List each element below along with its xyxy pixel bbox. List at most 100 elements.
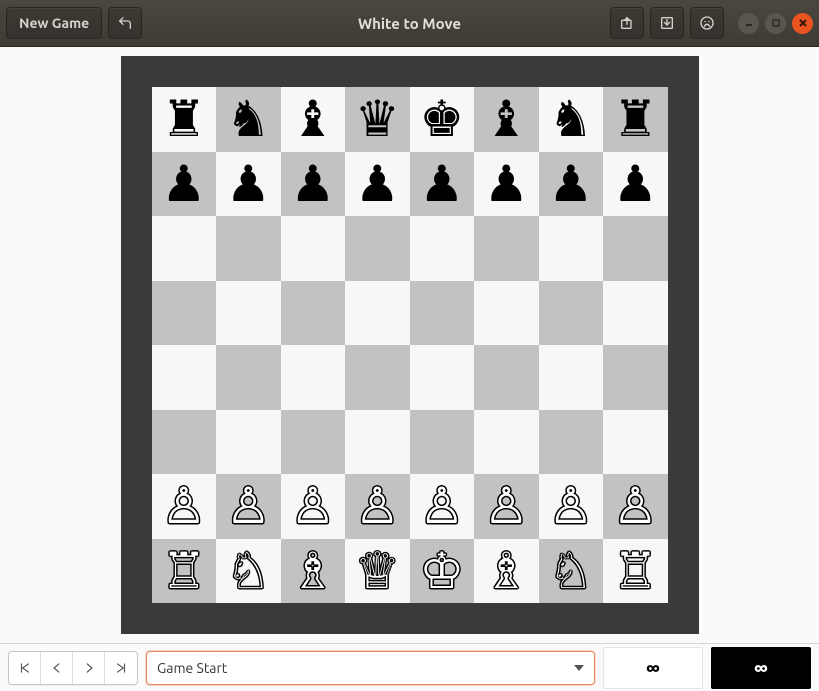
square-f5[interactable] (474, 281, 539, 346)
history-combo[interactable]: Game Start (146, 651, 595, 685)
square-g1[interactable]: ♘ (539, 539, 604, 604)
square-a4[interactable] (152, 345, 217, 410)
save-button[interactable] (650, 7, 684, 39)
square-c7[interactable]: ♟ (281, 152, 346, 217)
square-f4[interactable] (474, 345, 539, 410)
square-d3[interactable] (345, 410, 410, 475)
square-c3[interactable] (281, 410, 346, 475)
square-h5[interactable] (603, 281, 668, 346)
square-c8[interactable]: ♝ (281, 87, 346, 152)
square-c5[interactable] (281, 281, 346, 346)
square-a3[interactable] (152, 410, 217, 475)
square-g5[interactable] (539, 281, 604, 346)
square-b3[interactable] (216, 410, 281, 475)
piece-wp[interactable]: ♙ (355, 481, 400, 531)
square-b7[interactable]: ♟ (216, 152, 281, 217)
square-b5[interactable] (216, 281, 281, 346)
square-b6[interactable] (216, 216, 281, 281)
square-e6[interactable] (410, 216, 475, 281)
window-maximize-button[interactable] (765, 13, 786, 34)
square-h4[interactable] (603, 345, 668, 410)
square-c6[interactable] (281, 216, 346, 281)
square-d5[interactable] (345, 281, 410, 346)
piece-bb[interactable]: ♝ (290, 94, 335, 144)
piece-wn[interactable]: ♘ (226, 546, 271, 596)
nav-next-button[interactable] (73, 652, 105, 684)
square-a6[interactable] (152, 216, 217, 281)
nav-prev-button[interactable] (41, 652, 73, 684)
piece-br[interactable]: ♜ (613, 94, 658, 144)
window-minimize-button[interactable] (738, 13, 759, 34)
chess-board[interactable]: ♜♞♝♛♚♝♞♜♟♟♟♟♟♟♟♟♙♙♙♙♙♙♙♙♖♘♗♕♔♗♘♖ (152, 87, 668, 603)
square-f7[interactable]: ♟ (474, 152, 539, 217)
piece-wq[interactable]: ♕ (355, 546, 400, 596)
square-a5[interactable] (152, 281, 217, 346)
square-f8[interactable]: ♝ (474, 87, 539, 152)
piece-wr[interactable]: ♖ (613, 546, 658, 596)
square-g7[interactable]: ♟ (539, 152, 604, 217)
square-a2[interactable]: ♙ (152, 474, 217, 539)
piece-bn[interactable]: ♞ (226, 94, 271, 144)
piece-wr[interactable]: ♖ (161, 546, 206, 596)
square-f2[interactable]: ♙ (474, 474, 539, 539)
open-button[interactable] (610, 7, 644, 39)
square-a8[interactable]: ♜ (152, 87, 217, 152)
square-g6[interactable] (539, 216, 604, 281)
square-c2[interactable]: ♙ (281, 474, 346, 539)
piece-bp[interactable]: ♟ (419, 159, 464, 209)
piece-bk[interactable]: ♚ (419, 94, 464, 144)
square-e3[interactable] (410, 410, 475, 475)
piece-wp[interactable]: ♙ (484, 481, 529, 531)
square-a1[interactable]: ♖ (152, 539, 217, 604)
piece-wp[interactable]: ♙ (161, 481, 206, 531)
undo-button[interactable] (108, 7, 142, 39)
piece-wp[interactable]: ♙ (548, 481, 593, 531)
piece-bn[interactable]: ♞ (548, 94, 593, 144)
square-f3[interactable] (474, 410, 539, 475)
square-e2[interactable]: ♙ (410, 474, 475, 539)
piece-wb[interactable]: ♗ (484, 546, 529, 596)
square-e8[interactable]: ♚ (410, 87, 475, 152)
piece-wn[interactable]: ♘ (548, 546, 593, 596)
square-h8[interactable]: ♜ (603, 87, 668, 152)
square-b2[interactable]: ♙ (216, 474, 281, 539)
square-f6[interactable] (474, 216, 539, 281)
square-g4[interactable] (539, 345, 604, 410)
piece-wb[interactable]: ♗ (290, 546, 335, 596)
piece-bp[interactable]: ♟ (613, 159, 658, 209)
piece-bp[interactable]: ♟ (226, 159, 271, 209)
square-e5[interactable] (410, 281, 475, 346)
nav-first-button[interactable] (9, 652, 41, 684)
piece-bp[interactable]: ♟ (548, 159, 593, 209)
square-d6[interactable] (345, 216, 410, 281)
piece-bp[interactable]: ♟ (290, 159, 335, 209)
square-h3[interactable] (603, 410, 668, 475)
square-d2[interactable]: ♙ (345, 474, 410, 539)
piece-bp[interactable]: ♟ (484, 159, 529, 209)
piece-bq[interactable]: ♛ (355, 94, 400, 144)
piece-bb[interactable]: ♝ (484, 94, 529, 144)
square-a7[interactable]: ♟ (152, 152, 217, 217)
square-d1[interactable]: ♕ (345, 539, 410, 604)
resign-button[interactable] (690, 7, 724, 39)
square-e4[interactable] (410, 345, 475, 410)
piece-wp[interactable]: ♙ (290, 481, 335, 531)
piece-br[interactable]: ♜ (161, 94, 206, 144)
piece-bp[interactable]: ♟ (161, 159, 206, 209)
square-b4[interactable] (216, 345, 281, 410)
square-g3[interactable] (539, 410, 604, 475)
square-e7[interactable]: ♟ (410, 152, 475, 217)
new-game-button[interactable]: New Game (6, 7, 102, 39)
square-h7[interactable]: ♟ (603, 152, 668, 217)
piece-bp[interactable]: ♟ (355, 159, 400, 209)
piece-wp[interactable]: ♙ (226, 481, 271, 531)
nav-last-button[interactable] (105, 652, 137, 684)
square-h6[interactable] (603, 216, 668, 281)
square-h1[interactable]: ♖ (603, 539, 668, 604)
square-c1[interactable]: ♗ (281, 539, 346, 604)
square-g2[interactable]: ♙ (539, 474, 604, 539)
square-e1[interactable]: ♔ (410, 539, 475, 604)
square-b1[interactable]: ♘ (216, 539, 281, 604)
square-g8[interactable]: ♞ (539, 87, 604, 152)
square-d8[interactable]: ♛ (345, 87, 410, 152)
